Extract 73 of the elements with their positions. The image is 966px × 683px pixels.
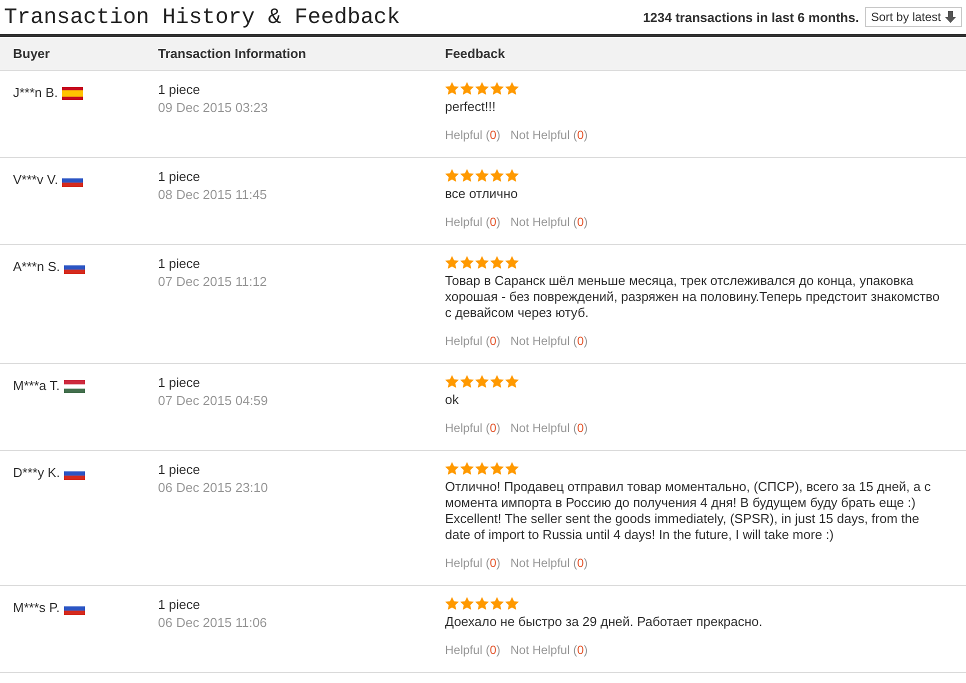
buyer-name: A***n S.: [13, 259, 60, 274]
feedback-comment: Товар в Саранск шёл меньше месяца, трек отслеживался до конца, упаковка хорошая - без повреждений, разряжен на половину.Теперь предстоит знакомство с девайсом через ютуб.: [445, 273, 941, 321]
page-title: Transaction History & Feedback: [4, 4, 400, 30]
transaction-date: 06 Dec 2015 23:10: [158, 479, 269, 497]
not-helpful-link[interactable]: Not Helpful (0): [510, 421, 588, 435]
feedback-comment: ok: [445, 392, 460, 408]
transaction-date: 08 Dec 2015 11:45: [158, 186, 268, 204]
feedback-comment: Отлично! Продавец отправил товар моментально, (СПСР), всего за 15 дней, а с момента импорта в Россию до получения 4 дня! В будущем буду брать еще :) Excellent! The seller sent the goods immediately, (SPSR), in just 15 days, from the date of import to Russia until 4 days! In the future, I will take more :): [445, 479, 932, 543]
star-icon: [490, 462, 504, 475]
star-icon: [505, 256, 519, 269]
star-icon: [505, 82, 519, 95]
star-icon: [445, 169, 459, 182]
not-helpful-link[interactable]: Not Helpful (0): [510, 128, 588, 142]
buyer-name: M***a T.: [13, 378, 60, 393]
star-icon: [490, 597, 504, 610]
star-icon: [475, 597, 489, 610]
quantity: 1 piece: [158, 596, 201, 614]
star-icon: [490, 169, 504, 182]
star-icon: [445, 256, 459, 269]
star-icon: [475, 375, 489, 388]
buyer-name: D***y K.: [13, 465, 60, 480]
helpful-link[interactable]: Helpful (0): [445, 215, 500, 229]
transaction-date: 09 Dec 2015 03:23: [158, 99, 269, 117]
feedback-comment: все отлично: [445, 186, 519, 202]
column-header: Transaction Information: [158, 46, 308, 61]
quantity: 1 piece: [158, 461, 201, 479]
transaction-date: 07 Dec 2015 04:59: [158, 392, 269, 410]
down-arrow-icon: [945, 11, 956, 23]
helpful-link[interactable]: Helpful (0): [445, 128, 500, 142]
quantity: 1 piece: [158, 255, 201, 273]
star-icon: [505, 375, 519, 388]
buyer-name: V***v V.: [13, 172, 58, 187]
not-helpful-link[interactable]: Not Helpful (0): [510, 334, 588, 348]
star-icon: [490, 375, 504, 388]
star-icon: [460, 375, 474, 388]
star-icon: [505, 462, 519, 475]
star-icon: [505, 169, 519, 182]
star-icon: [445, 375, 459, 388]
column-header: Feedback: [445, 46, 506, 61]
helpful-link[interactable]: Helpful (0): [445, 643, 500, 657]
star-icon: [445, 462, 459, 475]
quantity: 1 piece: [158, 168, 201, 186]
buyer-name: J***n B.: [13, 85, 58, 100]
star-icon: [460, 462, 474, 475]
transaction-date: 06 Dec 2015 11:06: [158, 614, 268, 632]
not-helpful-link[interactable]: Not Helpful (0): [510, 643, 588, 657]
helpful-link[interactable]: Helpful (0): [445, 556, 500, 570]
not-helpful-link[interactable]: Not Helpful (0): [510, 215, 588, 229]
feedback-comment: perfect!!!: [445, 99, 497, 115]
helpful-link[interactable]: Helpful (0): [445, 334, 500, 348]
star-icon: [490, 82, 504, 95]
star-icon: [460, 82, 474, 95]
quantity: 1 piece: [158, 374, 201, 392]
star-icon: [445, 597, 459, 610]
feedback-comment: Доехало не быстро за 29 дней. Работает прекрасно.: [445, 614, 764, 630]
transaction-summary: 1234 transactions in last 6 months.: [642, 10, 859, 24]
not-helpful-link[interactable]: Not Helpful (0): [510, 556, 588, 570]
star-icon: [475, 256, 489, 269]
star-icon: [475, 169, 489, 182]
star-icon: [475, 462, 489, 475]
sort-button[interactable]: Sort by latest: [864, 7, 962, 27]
buyer-name: M***s P.: [13, 600, 60, 615]
quantity: 1 piece: [158, 81, 201, 99]
star-icon: [460, 256, 474, 269]
star-icon: [475, 82, 489, 95]
star-icon: [460, 597, 474, 610]
helpful-link[interactable]: Helpful (0): [445, 421, 500, 435]
star-icon: [445, 82, 459, 95]
transaction-date: 07 Dec 2015 11:12: [158, 273, 268, 291]
star-icon: [505, 597, 519, 610]
star-icon: [460, 169, 474, 182]
column-header: Buyer: [12, 46, 51, 61]
star-icon: [490, 256, 504, 269]
